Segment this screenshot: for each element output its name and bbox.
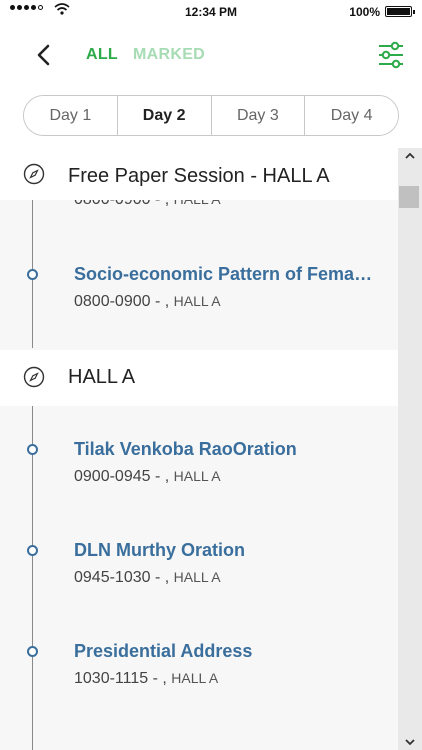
tab-day-2[interactable]: Day 2: [117, 96, 212, 135]
tab-day-3[interactable]: Day 3: [211, 96, 306, 135]
group-title: HALL A: [68, 366, 136, 388]
session-time: 0900-0945 - , HALL A: [74, 468, 221, 485]
session-title[interactable]: DLN Murthy Oration: [74, 540, 245, 561]
nav-bar: ALL MARKED: [0, 24, 422, 88]
session-list: 0800-0900 - , HALL A Socio-economic Patt…: [0, 148, 398, 750]
battery-percent: 100%: [349, 5, 380, 19]
group-header: HALL A: [0, 350, 398, 406]
session-time: 0800-0900 - , HALL A: [74, 293, 221, 310]
session-title[interactable]: Tilak Venkoba RaoOration: [74, 439, 297, 460]
group-title: Free Paper Session - HALL A: [68, 165, 330, 187]
session-time: 1030-1115 - , HALL A: [74, 670, 219, 687]
tab-marked[interactable]: MARKED: [133, 46, 205, 64]
session-time: 0945-1030 - , HALL A: [74, 569, 221, 586]
battery-icon: [385, 6, 415, 17]
chevron-up-icon[interactable]: [404, 150, 416, 162]
timeline-dot: [27, 444, 38, 455]
tab-all[interactable]: ALL: [86, 46, 118, 64]
timeline-line: [32, 406, 33, 750]
group-header: Free Paper Session - HALL A: [0, 148, 398, 200]
timeline-dot: [27, 545, 38, 556]
tab-day-1[interactable]: Day 1: [24, 96, 118, 135]
back-button[interactable]: [28, 38, 58, 72]
session-title[interactable]: Socio-economic Pattern of Femal...: [74, 264, 374, 285]
tab-day-4[interactable]: Day 4: [305, 96, 398, 135]
timeline-dot: [27, 269, 38, 280]
filter-icon[interactable]: [376, 40, 406, 70]
session-title[interactable]: Presidential Address: [74, 641, 252, 662]
status-bar: 12:34 PM 100%: [0, 0, 422, 24]
scrollbar-thumb[interactable]: [399, 186, 419, 208]
back-icon: [37, 44, 50, 66]
compass-icon: [23, 366, 45, 388]
day-tabs: Day 1 Day 2 Day 3 Day 4: [23, 95, 399, 136]
timeline-dot: [27, 646, 38, 657]
chevron-down-icon[interactable]: [404, 736, 416, 748]
compass-icon: [23, 163, 45, 185]
scrollbar[interactable]: [398, 148, 422, 750]
